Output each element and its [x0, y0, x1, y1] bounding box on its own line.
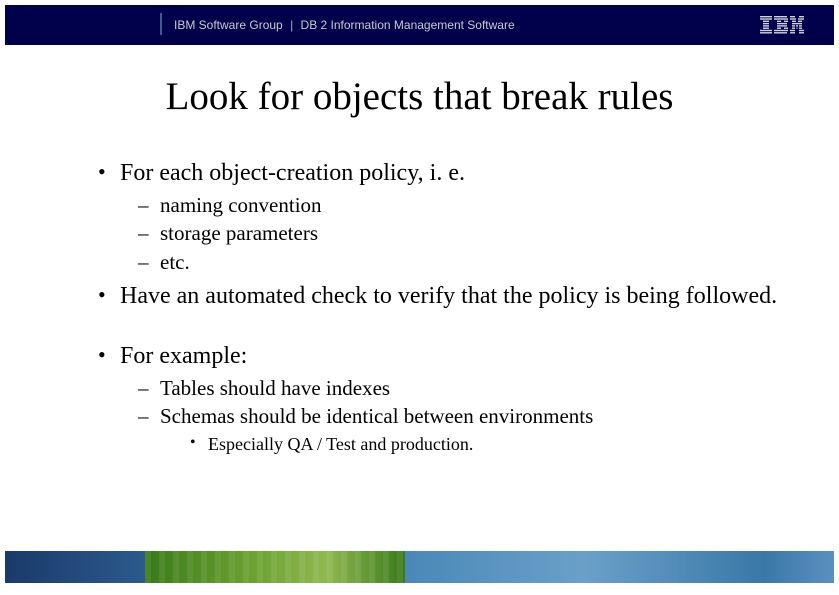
bullet-1-sub-2: storage parameters — [138, 220, 799, 246]
footer-segment — [5, 551, 145, 583]
bullet-3-sub-2-sub-1: Especially QA / Test and production. — [190, 433, 799, 456]
header-text: IBM Software Group | DB 2 Information Ma… — [174, 18, 760, 32]
slide-title: Look for objects that break rules — [0, 74, 839, 119]
bullet-1-text: For each object-creation policy, i. e. — [120, 160, 465, 186]
bullet-3: For example: Tables should have indexes … — [98, 341, 799, 456]
footer-segment — [405, 551, 764, 583]
bullet-2: Have an automated check to verify that t… — [98, 281, 799, 311]
bullet-3-sub-2-text: Schemas should be identical between envi… — [160, 404, 593, 428]
footer-bar — [5, 551, 834, 583]
header-divider — [160, 13, 162, 35]
bullet-1-sub-1: naming convention — [138, 192, 799, 218]
bullet-1-sub-3: etc. — [138, 249, 799, 275]
ibm-logo-icon — [760, 16, 804, 34]
bullet-3-text: For example: — [120, 343, 247, 369]
header-product: DB 2 Information Management Software — [301, 18, 515, 32]
footer-segment — [764, 551, 834, 583]
bullet-3-sub-2: Schemas should be identical between envi… — [138, 403, 799, 456]
header-separator: | — [290, 18, 293, 32]
slide-content: For each object-creation policy, i. e. n… — [98, 158, 799, 462]
header-group: IBM Software Group — [174, 18, 283, 32]
header-bar: IBM Software Group | DB 2 Information Ma… — [5, 5, 834, 45]
bullet-1: For each object-creation policy, i. e. n… — [98, 158, 799, 275]
bullet-3-sub-1: Tables should have indexes — [138, 375, 799, 401]
footer-segment — [145, 551, 405, 583]
